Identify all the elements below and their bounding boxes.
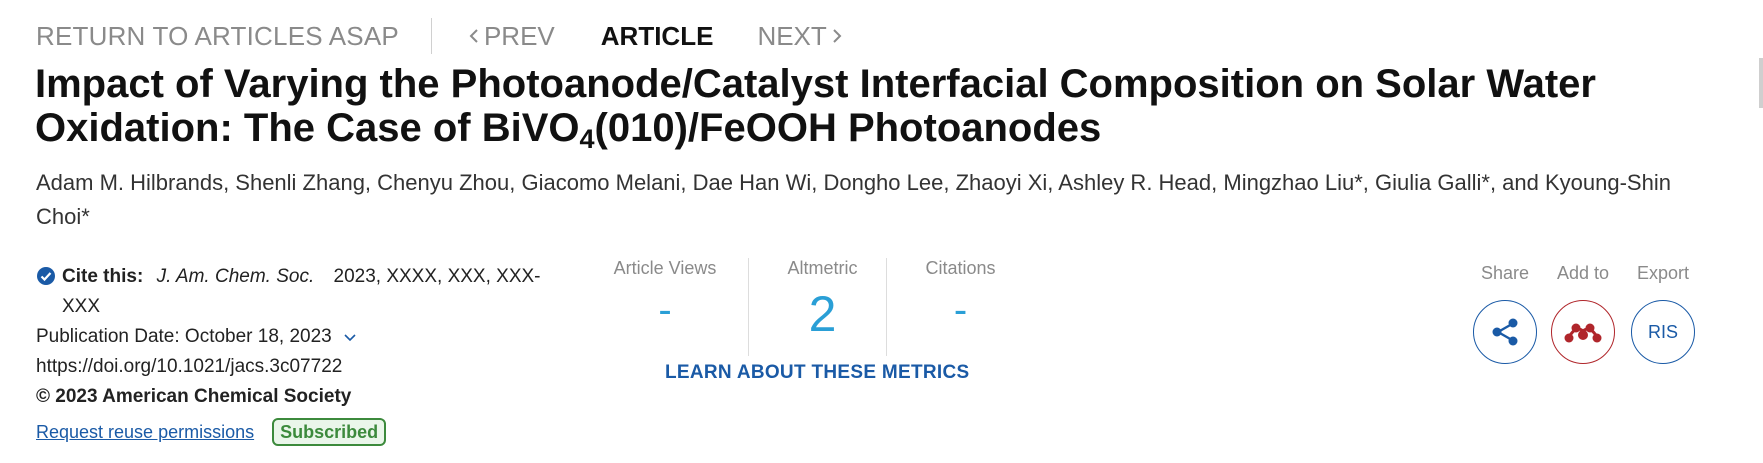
export-ris-button[interactable]: RIS: [1631, 300, 1695, 364]
next-article-link[interactable]: NEXT: [757, 21, 846, 52]
article-views-metric: Article Views -: [590, 258, 740, 335]
nav-divider: [430, 18, 432, 54]
share-icon: [1492, 318, 1518, 346]
citations-value: -: [953, 288, 968, 332]
article-views-value: -: [658, 288, 672, 332]
metric-divider: [886, 258, 887, 356]
publication-date-row[interactable]: Publication Date: October 18, 2023: [36, 322, 556, 352]
add-to-action: Add to: [1548, 263, 1618, 364]
journal-name: J. Am. Chem. Soc.: [156, 266, 315, 287]
citation-info: Cite this: J. Am. Chem. Soc. 2023, XXXX,…: [36, 262, 556, 446]
altmetric-value: 2: [808, 286, 837, 342]
return-to-articles-link[interactable]: RETURN TO ARTICLES ASAP: [36, 21, 399, 52]
export-label: Export: [1636, 263, 1690, 283]
add-to-mendeley-button[interactable]: [1551, 300, 1615, 364]
check-badge-icon: [37, 267, 55, 285]
article-metrics: Article Views - Altmetric 2 Citations -: [590, 258, 1020, 358]
learn-about-metrics-link[interactable]: LEARN ABOUT THESE METRICS: [665, 362, 969, 384]
altmetric-label: Altmetric: [787, 258, 858, 278]
chevron-right-icon: [827, 23, 847, 49]
prev-article-link[interactable]: PREV: [464, 21, 555, 52]
scrollbar[interactable]: [1759, 58, 1763, 108]
prev-label: PREV: [483, 20, 555, 51]
current-article-tab: ARTICLE: [600, 20, 714, 51]
article-title: Impact of Varying the Photoanode/Catalys…: [35, 62, 1695, 153]
article-views-label: Article Views: [613, 258, 717, 278]
altmetric-metric[interactable]: Altmetric 2: [755, 258, 890, 343]
mendeley-icon: [1564, 323, 1602, 343]
cite-this-label[interactable]: Cite this:: [62, 266, 143, 287]
share-action: Share: [1470, 263, 1540, 364]
add-to-label: Add to: [1556, 263, 1610, 283]
article-navigation: RETURN TO ARTICLES ASAP PREV ARTICLE NEX…: [36, 17, 847, 55]
chevron-left-icon: [464, 23, 484, 49]
cite-this-row: Cite this: J. Am. Chem. Soc. 2023, XXXX,…: [36, 262, 556, 322]
next-label: NEXT: [757, 20, 827, 51]
publication-date: Publication Date: October 18, 2023: [36, 326, 332, 347]
citations-metric: Citations -: [893, 258, 1028, 335]
permissions-row: Request reuse permissions Subscribed: [36, 418, 556, 446]
copyright-notice: © 2023 American Chemical Society: [36, 386, 352, 407]
doi-link[interactable]: https://doi.org/10.1021/jacs.3c07722: [36, 352, 556, 382]
export-action: Export RIS: [1628, 263, 1698, 364]
subscribed-badge: Subscribed: [272, 418, 387, 446]
share-label: Share: [1480, 263, 1530, 283]
metric-divider: [748, 258, 749, 356]
share-button[interactable]: [1473, 300, 1537, 364]
author-list: Adam M. Hilbrands, Shenli Zhang, Chenyu …: [36, 170, 1671, 229]
cite-text: Cite this: J. Am. Chem. Soc. 2023, XXXX,…: [62, 262, 556, 322]
chevron-down-icon: [344, 334, 356, 342]
title-subscript: 4: [579, 124, 595, 154]
request-reuse-link[interactable]: Request reuse permissions: [36, 422, 254, 443]
citations-label: Citations: [925, 258, 996, 278]
title-text-2: (010)/FeOOH Photoanodes: [594, 106, 1102, 150]
